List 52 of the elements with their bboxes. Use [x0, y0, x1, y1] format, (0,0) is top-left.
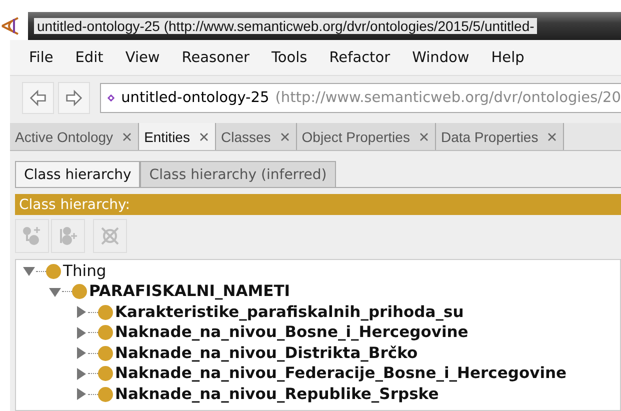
add-sibling-icon — [57, 225, 79, 247]
delete-icon — [99, 225, 121, 247]
class-icon — [72, 284, 87, 300]
class-node[interactable]: Naknade_na_nivou_Federacije_Bosne_i_Hercegovine — [115, 364, 567, 384]
ontology-iri: (http://www.semanticweb.org/dvr/ontologies/20 — [275, 90, 621, 106]
expand-triangle-icon[interactable] — [74, 326, 88, 340]
class-node[interactable]: Naknade_na_nivou_Distrikta_Brčko — [115, 344, 418, 363]
back-button[interactable] — [22, 82, 54, 114]
class-icon — [98, 386, 113, 402]
back-arrow-icon — [28, 88, 48, 108]
menu-item[interactable]: Window — [401, 50, 480, 66]
class-icon — [46, 264, 61, 279]
class-icon — [98, 325, 113, 340]
close-icon[interactable] — [123, 132, 132, 140]
class-node[interactable]: Naknade_na_nivou_Republike_Srpske — [115, 384, 439, 404]
tab[interactable]: Entities — [139, 123, 216, 150]
class-node[interactable]: Thing — [63, 262, 106, 281]
forward-arrow-icon — [64, 88, 84, 108]
menu-item[interactable]: File — [18, 50, 64, 66]
window-title: untitled-ontology-25 (http://www.semanticweb.org/dvr/ontologies/2015/5/untitled- — [34, 18, 538, 34]
close-icon[interactable] — [200, 132, 208, 140]
class-icon — [98, 366, 113, 382]
close-icon[interactable] — [420, 132, 428, 140]
collapse-triangle-icon[interactable] — [22, 264, 36, 278]
class-icon — [98, 304, 113, 320]
menu-item[interactable]: Refactor — [318, 50, 402, 66]
tab[interactable]: Data Properties — [436, 123, 564, 150]
menu-item[interactable]: Help — [480, 50, 536, 66]
tab[interactable]: Class hierarchy — [15, 161, 140, 187]
close-icon[interactable] — [280, 132, 289, 140]
menu-item[interactable]: Tools — [260, 50, 318, 66]
tab[interactable]: Active Ontology — [10, 123, 140, 150]
tab[interactable]: Object Properties — [296, 123, 436, 150]
class-icon — [98, 346, 113, 361]
class-node[interactable]: PARAFISKALNI_NAMETI — [89, 282, 290, 302]
expand-triangle-icon[interactable] — [74, 387, 88, 402]
expand-triangle-icon[interactable] — [74, 346, 88, 360]
class-node[interactable]: Karakteristike_parafiskalnih_prihoda_su — [115, 302, 464, 322]
tab[interactable]: Class hierarchy (inferred) — [140, 161, 336, 187]
ontology-name: untitled-ontology-25 — [121, 90, 270, 106]
menu-item[interactable]: Edit — [64, 50, 114, 66]
panel-header: Class hierarchy: — [15, 194, 621, 215]
expand-triangle-icon[interactable] — [74, 366, 88, 381]
tab[interactable]: Classes — [216, 123, 297, 150]
close-icon[interactable] — [548, 132, 556, 140]
expand-triangle-icon[interactable] — [74, 305, 88, 320]
menu-item[interactable]: View — [114, 50, 171, 66]
forward-button[interactable] — [58, 82, 90, 114]
menu-item[interactable]: Reasoner — [170, 50, 261, 66]
ontology-address-field[interactable]: untitled-ontology-25 (http://www.semanticweb.org/dvr/ontologies/20 — [100, 82, 621, 112]
add-subclass-icon — [21, 225, 43, 247]
class-node[interactable]: Naknade_na_nivou_Bosne_i_Hercegovine — [115, 323, 468, 342]
